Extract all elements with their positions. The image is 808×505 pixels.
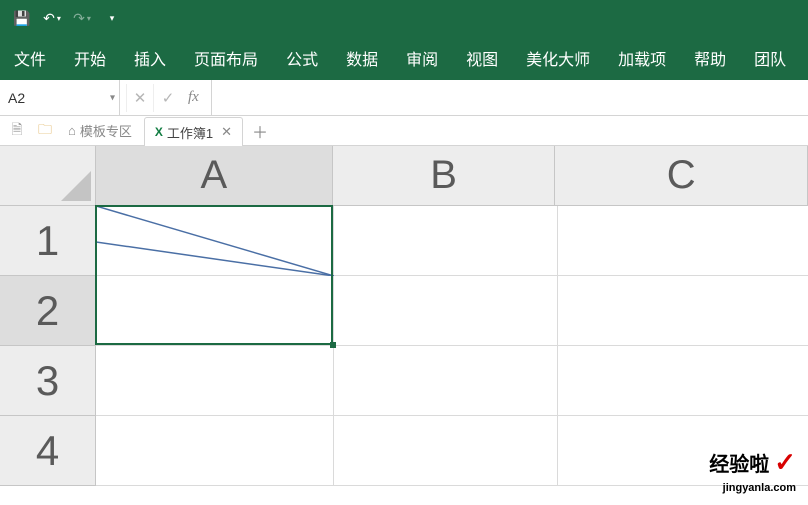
save-button[interactable]: 💾 bbox=[8, 4, 36, 32]
ribbon-tab-team[interactable]: 团队 bbox=[740, 36, 800, 80]
undo-icon: ↶ bbox=[43, 10, 55, 27]
ribbon-tab-data[interactable]: 数据 bbox=[332, 36, 392, 80]
cell[interactable] bbox=[96, 206, 334, 276]
close-icon: ✕ bbox=[134, 89, 147, 107]
cell[interactable] bbox=[558, 206, 808, 276]
cell[interactable] bbox=[334, 206, 558, 276]
column-header[interactable]: C bbox=[555, 146, 808, 206]
ribbon-label: 文件 bbox=[14, 46, 46, 70]
ribbon-label: 数据 bbox=[346, 46, 378, 70]
ribbon-tab-home[interactable]: 开始 bbox=[60, 36, 120, 80]
ribbon-label: 审阅 bbox=[406, 46, 438, 70]
formula-controls: ✕ ✓ fx bbox=[120, 80, 212, 115]
column-header[interactable]: A bbox=[96, 146, 333, 206]
plus-icon: ＋ bbox=[252, 119, 268, 143]
formula-cancel-button: ✕ bbox=[126, 84, 154, 112]
cell[interactable] bbox=[558, 416, 808, 486]
formula-bar-row: A2 ▾ ✕ ✓ fx bbox=[0, 80, 808, 116]
ribbon-label: 团队 bbox=[754, 46, 786, 70]
cell[interactable] bbox=[334, 346, 558, 416]
redo-icon: ↷ bbox=[73, 10, 85, 27]
formula-input[interactable] bbox=[212, 80, 808, 115]
ribbon-label: 加载项 bbox=[618, 46, 666, 70]
ribbon-label: 美化大师 bbox=[526, 46, 590, 70]
ribbon-label: 视图 bbox=[466, 46, 498, 70]
row-header[interactable]: 4 bbox=[0, 416, 96, 486]
ribbon: 文件 开始 插入 页面布局 公式 数据 审阅 视图 美化大师 加载项 帮助 团队… bbox=[0, 36, 808, 80]
spreadsheet-grid[interactable]: ABC 1234 经验啦 ✓ jingyanla.com bbox=[0, 146, 808, 505]
chevron-down-icon: ▾ bbox=[57, 14, 61, 23]
ribbon-label: 帮助 bbox=[694, 46, 726, 70]
column-header[interactable]: B bbox=[333, 146, 556, 206]
qat-customize-button[interactable]: ▾ bbox=[98, 4, 126, 32]
document-tab[interactable]: X 工作簿1 ✕ bbox=[144, 117, 243, 147]
home-icon: ⌂ bbox=[68, 123, 76, 138]
cell[interactable] bbox=[96, 416, 334, 486]
ribbon-label: 插入 bbox=[134, 46, 166, 70]
cell[interactable] bbox=[334, 416, 558, 486]
cell[interactable] bbox=[334, 276, 558, 346]
new-doc-button[interactable]: 🗎 bbox=[6, 120, 28, 142]
fx-label[interactable]: fx bbox=[188, 89, 199, 106]
cells-container bbox=[96, 206, 808, 505]
row-headers: 1234 bbox=[0, 206, 96, 486]
name-box[interactable]: A2 ▾ bbox=[0, 80, 120, 115]
cell[interactable] bbox=[558, 276, 808, 346]
row-header[interactable]: 2 bbox=[0, 276, 96, 346]
corner-triangle-icon bbox=[61, 171, 91, 201]
column-headers: ABC bbox=[96, 146, 808, 206]
ribbon-tab-insert[interactable]: 插入 bbox=[120, 36, 180, 80]
select-all-corner[interactable] bbox=[0, 146, 96, 206]
folder-icon: 🗀 bbox=[38, 119, 52, 143]
chevron-down-icon: ▾ bbox=[110, 13, 115, 24]
excel-icon: X bbox=[155, 125, 163, 139]
ribbon-label: 公式 bbox=[286, 46, 318, 70]
document-tab-label: 工作簿1 bbox=[167, 123, 213, 142]
row-header[interactable]: 1 bbox=[0, 206, 96, 276]
ribbon-tab-beautify[interactable]: 美化大师 bbox=[512, 36, 604, 80]
ribbon-search-button[interactable]: ⌕ bbox=[800, 36, 808, 80]
close-icon: ✕ bbox=[221, 124, 232, 139]
undo-button[interactable]: ↶▾ bbox=[38, 4, 66, 32]
templates-button[interactable]: ⌂ 模板专区 bbox=[62, 121, 138, 140]
ribbon-tab-view[interactable]: 视图 bbox=[452, 36, 512, 80]
document-icon: 🗎 bbox=[11, 119, 22, 143]
ribbon-tab-addins[interactable]: 加载项 bbox=[604, 36, 680, 80]
chevron-down-icon: ▾ bbox=[87, 14, 91, 23]
open-folder-button[interactable]: 🗀 bbox=[34, 120, 56, 142]
ribbon-label: 页面布局 bbox=[194, 46, 258, 70]
name-box-value: A2 bbox=[8, 90, 25, 106]
templates-label: 模板专区 bbox=[80, 121, 132, 140]
cell[interactable] bbox=[96, 276, 334, 346]
chevron-down-icon: ▾ bbox=[110, 92, 115, 103]
cell[interactable] bbox=[558, 346, 808, 416]
document-tabs: 🗎 🗀 ⌂ 模板专区 X 工作簿1 ✕ ＋ bbox=[0, 116, 808, 146]
formula-confirm-button: ✓ bbox=[154, 84, 182, 112]
check-icon: ✓ bbox=[162, 89, 175, 107]
ribbon-tab-file[interactable]: 文件 bbox=[0, 36, 60, 80]
ribbon-tab-page-layout[interactable]: 页面布局 bbox=[180, 36, 272, 80]
ribbon-label: 开始 bbox=[74, 46, 106, 70]
fill-handle[interactable] bbox=[330, 342, 336, 348]
redo-button: ↷▾ bbox=[68, 4, 96, 32]
new-tab-button[interactable]: ＋ bbox=[249, 120, 271, 142]
save-icon: 💾 bbox=[13, 10, 30, 27]
ribbon-tab-review[interactable]: 审阅 bbox=[392, 36, 452, 80]
close-tab-button[interactable]: ✕ bbox=[221, 124, 232, 140]
ribbon-tab-formulas[interactable]: 公式 bbox=[272, 36, 332, 80]
ribbon-tab-help[interactable]: 帮助 bbox=[680, 36, 740, 80]
cell[interactable] bbox=[96, 346, 334, 416]
quick-access-toolbar: 💾 ↶▾ ↷▾ ▾ bbox=[0, 0, 808, 36]
row-header[interactable]: 3 bbox=[0, 346, 96, 416]
